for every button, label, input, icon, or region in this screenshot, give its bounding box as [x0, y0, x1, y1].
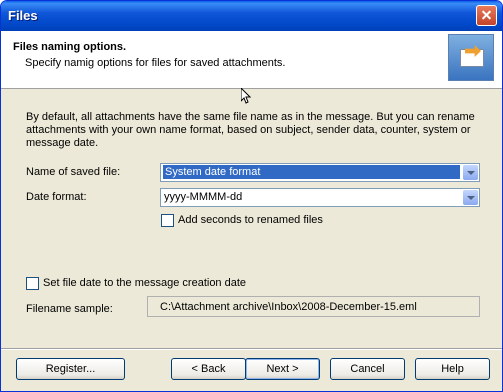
- wizard-header: Files naming options. Specify namig opti…: [1, 31, 502, 104]
- chevron-down-icon[interactable]: [463, 190, 478, 205]
- set-file-date-checkbox[interactable]: [26, 277, 39, 290]
- date-format-value: yyyy-MMMM-dd: [164, 191, 243, 203]
- set-file-date-label[interactable]: Set file date to the message creation da…: [43, 277, 246, 289]
- date-format-select[interactable]: yyyy-MMMM-dd: [160, 188, 480, 207]
- close-button[interactable]: [476, 5, 497, 26]
- help-button[interactable]: Help: [415, 358, 490, 380]
- header-subtitle: Specify namig options for files for save…: [25, 57, 286, 69]
- add-seconds-checkbox[interactable]: [161, 214, 174, 227]
- register-button[interactable]: Register...: [16, 358, 125, 380]
- back-button[interactable]: < Back: [171, 358, 246, 380]
- chevron-down-icon[interactable]: [463, 165, 478, 180]
- next-button[interactable]: Next >: [245, 358, 320, 380]
- filename-sample-label: Filename sample:: [26, 303, 113, 315]
- filename-sample-value: C:\Attachment archive\Inbox\2008-Decembe…: [160, 301, 417, 313]
- name-of-saved-file-select[interactable]: System date format: [160, 163, 480, 182]
- name-of-saved-file-value: System date format: [163, 165, 460, 179]
- title-bar: Files: [1, 1, 502, 31]
- description-text: By default, all attachments have the sam…: [26, 111, 475, 149]
- window-title: Files: [8, 8, 38, 23]
- cancel-button[interactable]: Cancel: [330, 358, 405, 380]
- filename-sample-field: C:\Attachment archive\Inbox\2008-Decembe…: [147, 296, 480, 317]
- mouse-cursor-icon: [241, 88, 251, 104]
- date-format-label: Date format:: [26, 191, 87, 203]
- separator: [1, 348, 502, 350]
- add-seconds-label[interactable]: Add seconds to renamed files: [178, 214, 323, 226]
- envelope-icon: [448, 34, 494, 81]
- header-title: Files naming options.: [13, 41, 127, 53]
- files-dialog: Files Files naming options. Specify nami…: [0, 0, 503, 392]
- name-of-saved-file-label: Name of saved file:: [26, 166, 121, 178]
